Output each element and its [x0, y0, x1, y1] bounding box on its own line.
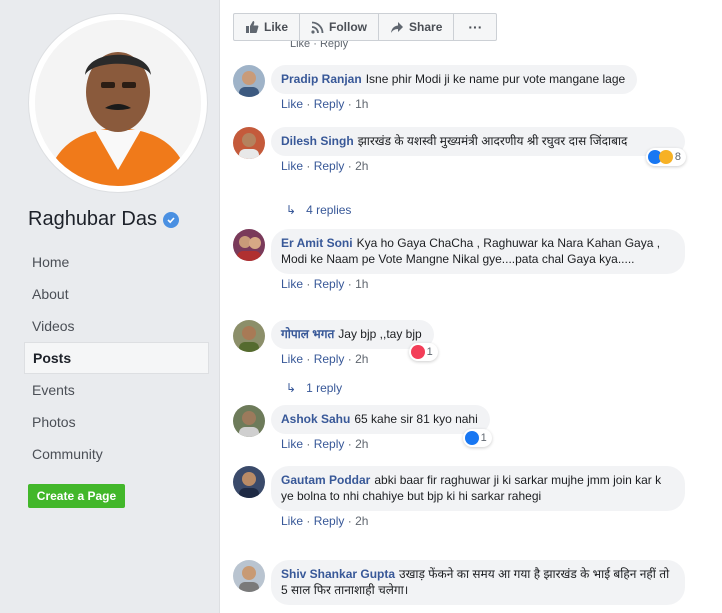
- comment-author[interactable]: Dilesh Singh: [281, 134, 354, 148]
- view-replies-link[interactable]: ↳ 1 reply: [286, 381, 342, 395]
- comment-reply-link[interactable]: Reply: [314, 97, 345, 111]
- comment-author[interactable]: Shiv Shankar Gupta: [281, 567, 395, 581]
- comment-reply-link[interactable]: Reply: [314, 514, 345, 528]
- verified-badge-icon: [162, 211, 179, 228]
- comment-like-link[interactable]: Like: [281, 277, 303, 291]
- haha-reaction-icon: [658, 150, 673, 164]
- nav-videos[interactable]: Videos: [24, 310, 209, 342]
- comment-like-link[interactable]: Like: [281, 352, 303, 366]
- avatar[interactable]: [233, 65, 265, 97]
- avatar[interactable]: [233, 320, 265, 352]
- comment: गोपाल भगत Jay bjp ,,tay bjp 1 Like · Repl…: [233, 320, 438, 366]
- comment-like-link[interactable]: Like: [281, 97, 303, 111]
- comment-reply-link[interactable]: Reply: [314, 159, 345, 173]
- page-action-bar: Like Follow Share ···: [233, 13, 498, 41]
- create-page-button[interactable]: Create a Page: [28, 484, 125, 508]
- rss-follow-icon: [311, 21, 324, 34]
- page-name-row: Raghubar Das: [28, 208, 179, 231]
- comment-reply-link[interactable]: Reply: [314, 437, 345, 451]
- comment-meta: Like · Reply · 2h: [281, 159, 369, 173]
- comment-time[interactable]: 2h: [355, 437, 368, 451]
- page-sidebar: Raghubar Das Home About Videos Posts Eve…: [0, 0, 219, 613]
- reaction-count: 1: [480, 432, 487, 444]
- comment-author[interactable]: गोपाल भगत: [281, 327, 334, 341]
- comment-bubble: Shiv Shankar Gupta उखाड़ फेंकने का समय आ …: [271, 560, 685, 605]
- avatar[interactable]: [233, 127, 265, 159]
- avatar[interactable]: [233, 405, 265, 437]
- reaction-summary[interactable]: 1: [408, 343, 438, 361]
- nav-posts[interactable]: Posts: [24, 342, 209, 374]
- comment: Shiv Shankar Gupta उखाड़ फेंकने का समय आ …: [233, 560, 685, 605]
- avatar[interactable]: [233, 560, 265, 592]
- reaction-summary[interactable]: 8: [645, 148, 686, 166]
- comment-bubble: Gautam Poddar abki baar fir raghuwar ji k…: [271, 466, 685, 511]
- more-dots-icon: ···: [468, 19, 483, 35]
- nav-events[interactable]: Events: [24, 374, 209, 406]
- comment-bubble: Dilesh Singh झारखंड के यशस्वी मुख्यमंत्री…: [271, 127, 686, 166]
- reaction-count: 8: [674, 151, 681, 163]
- avatar[interactable]: [233, 466, 265, 498]
- comment-author[interactable]: Gautam Poddar: [281, 473, 370, 487]
- comment-like-link[interactable]: Like: [281, 514, 303, 528]
- reaction-summary[interactable]: 1: [462, 429, 492, 447]
- comment: Er Amit Soni Kya ho Gaya ChaCha , Raghuwa…: [233, 229, 685, 291]
- nav-about[interactable]: About: [24, 278, 209, 310]
- comment-text: 65 kahe sir 81 kyo nahi: [354, 412, 478, 426]
- comment: Ashok Sahu 65 kahe sir 81 kyo nahi 1 Like…: [233, 405, 492, 451]
- nav-community[interactable]: Community: [24, 438, 209, 470]
- profile-picture[interactable]: [29, 14, 207, 192]
- reply-arrow-icon: ↳: [286, 203, 297, 217]
- thumbs-up-icon: [246, 21, 259, 33]
- comment-text: Isne phir Modi ji ke name pur vote manga…: [365, 72, 626, 86]
- nav-home[interactable]: Home: [24, 246, 209, 278]
- comment-meta: Like · Reply · 2h: [281, 514, 369, 528]
- reply-arrow-icon: ↳: [286, 381, 297, 395]
- previous-comment-meta: Like · Reply: [290, 41, 349, 50]
- comment-reply-link[interactable]: Reply: [314, 277, 345, 291]
- comment-like-link[interactable]: Like: [281, 437, 303, 451]
- follow-page-button[interactable]: Follow: [300, 14, 380, 40]
- comment-like-link[interactable]: Like: [281, 159, 303, 173]
- share-page-button[interactable]: Share: [379, 14, 455, 40]
- like-page-button[interactable]: Like: [234, 14, 301, 40]
- comment-text: Jay bjp ,,tay bjp: [338, 327, 422, 341]
- comment-meta: Like · Reply · 1h: [281, 97, 369, 111]
- more-options-button[interactable]: ···: [454, 14, 496, 40]
- comment-time[interactable]: 1h: [355, 277, 368, 291]
- comment-time[interactable]: 2h: [355, 514, 368, 528]
- profile-photo-icon: [35, 20, 201, 186]
- comment-bubble: Er Amit Soni Kya ho Gaya ChaCha , Raghuwa…: [271, 229, 685, 274]
- comment-reply-link[interactable]: Reply: [314, 352, 345, 366]
- posts-main: Like Follow Share ··· Like · Reply Pradi…: [219, 0, 722, 613]
- comment-author[interactable]: Ashok Sahu: [281, 412, 350, 426]
- love-reaction-icon: [410, 345, 425, 359]
- comment-meta: Like · Reply · 2h: [281, 437, 369, 451]
- like-reaction-icon: [464, 431, 479, 445]
- nav-photos[interactable]: Photos: [24, 406, 209, 438]
- page-name[interactable]: Raghubar Das: [28, 208, 157, 231]
- comment-text: झारखंड के यशस्वी मुख्यमंत्री आदरणीय श्री…: [357, 134, 628, 148]
- comment-time[interactable]: 1h: [355, 97, 368, 111]
- comment-bubble: Pradip Ranjan Isne phir Modi ji ke name p…: [271, 65, 638, 94]
- comment-meta: Like · Reply · 1h: [281, 277, 369, 291]
- comment-time[interactable]: 2h: [355, 159, 368, 173]
- view-replies-link[interactable]: ↳ 4 replies: [286, 203, 351, 217]
- avatar[interactable]: [233, 229, 265, 261]
- comment-bubble: गोपाल भगत Jay bjp ,,tay bjp 1: [271, 320, 438, 361]
- comment: Pradip Ranjan Isne phir Modi ji ke name p…: [233, 65, 638, 111]
- comment-time[interactable]: 2h: [355, 352, 368, 366]
- comment-author[interactable]: Er Amit Soni: [281, 236, 353, 250]
- share-arrow-icon: [391, 21, 404, 33]
- reaction-count: 1: [426, 346, 433, 358]
- page-nav: Home About Videos Posts Events Photos Co…: [24, 246, 209, 470]
- comment-bubble: Ashok Sahu 65 kahe sir 81 kyo nahi 1: [271, 405, 492, 447]
- comment: Gautam Poddar abki baar fir raghuwar ji k…: [233, 466, 685, 528]
- comment-author[interactable]: Pradip Ranjan: [281, 72, 362, 86]
- comment: Dilesh Singh झारखंड के यशस्वी मुख्यमंत्री…: [233, 127, 686, 173]
